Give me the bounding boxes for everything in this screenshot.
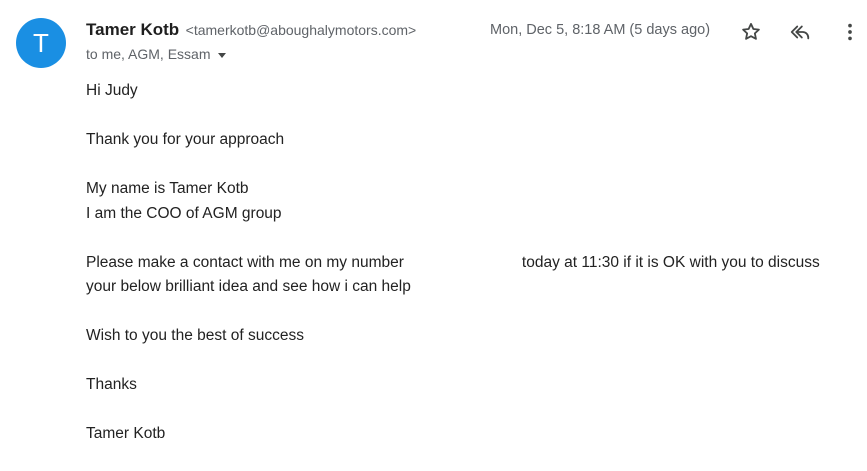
sender-line: Tamer Kotb <tamerkotb@aboughalymotors.co… — [86, 18, 416, 43]
intro-paragraph: My name is Tamer Kotb I am the COO of AG… — [86, 177, 861, 226]
message-body: Hi Judy Thank you for your approach My n… — [86, 79, 861, 471]
thanks-text: Thank you for your approach — [86, 131, 285, 148]
signature-paragraph: Tamer Kotb — [86, 422, 861, 447]
greeting-text: Hi Judy — [86, 82, 138, 99]
sender-email: <tamerkotb@aboughalymotors.com> — [185, 22, 417, 38]
signature-text: Tamer Kotb — [86, 425, 166, 442]
recipients-text: to me, AGM, Essam — [86, 46, 211, 62]
star-outline-icon — [742, 23, 760, 40]
message-date[interactable]: Mon, Dec 5, 8:18 AM (5 days ago) — [490, 20, 710, 40]
show-details-chevron-down-icon[interactable] — [218, 52, 227, 58]
sender-name[interactable]: Tamer Kotb — [86, 20, 179, 39]
contact-text-part1: Please make a contact with me on my numb… — [86, 253, 404, 271]
star-button[interactable] — [738, 19, 764, 45]
more-options-button[interactable] — [837, 19, 863, 45]
closing-paragraph: Thanks — [86, 373, 861, 398]
message-header: Tamer Kotb <tamerkotb@aboughalymotors.co… — [86, 18, 867, 68]
contact-paragraph: Please make a contact with me on my numb… — [86, 251, 861, 300]
thanks-paragraph: Thank you for your approach — [86, 128, 861, 153]
reply-all-button[interactable] — [787, 19, 813, 45]
contact-line-2: your below brilliant idea and see how i … — [86, 278, 411, 295]
reply-all-icon — [790, 25, 810, 40]
redacted-phone-number — [403, 254, 522, 271]
greeting-paragraph: Hi Judy — [86, 79, 861, 104]
more-vert-icon — [848, 23, 852, 41]
wish-text: Wish to you the best of success — [86, 327, 304, 344]
contact-line-1: Please make a contact with me on my numb… — [86, 251, 861, 276]
intro-line-2: I am the COO of AGM group — [86, 204, 282, 222]
intro-line-1: My name is Tamer Kotb — [86, 180, 249, 197]
contact-text-part2: today at 11:30 if it is OK with you to d… — [521, 253, 820, 271]
wish-paragraph: Wish to you the best of success — [86, 324, 861, 349]
closing-text: Thanks — [86, 376, 137, 393]
recipients-line: to me, AGM, Essam — [86, 44, 227, 64]
sender-avatar[interactable]: T — [16, 18, 66, 68]
